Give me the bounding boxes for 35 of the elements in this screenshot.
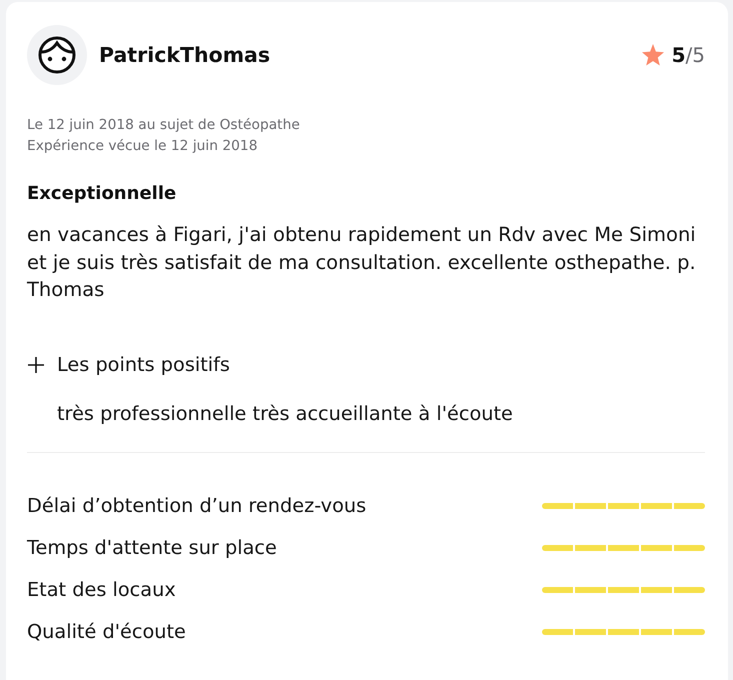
rating-segment: [542, 502, 573, 508]
criterion-label: Qualité d'écoute: [27, 620, 186, 643]
rating-segment: [674, 628, 705, 634]
rating-segment: [608, 544, 639, 550]
criterion-label: Etat des locaux: [27, 578, 176, 601]
review-date: Expérience vécue le 12 juin 2018: [27, 137, 258, 156]
criterion-label: Délai d’obtention d’un rendez-vous: [27, 494, 366, 517]
rating-segment: [674, 544, 705, 550]
review-date: Le 12 juin 2018 au sujet de Ostéopathe: [27, 116, 301, 135]
criterion-label: Temps d'attente sur place: [27, 536, 277, 559]
rating-segment: [575, 628, 606, 634]
review-text: en vacances à Figari, j'ai obtenu rapidement un Rdv avec Me Simoni et je suis très satisfait de ma consultation. excellente osthepathe. p. Thomas: [27, 222, 697, 303]
rating-segment: [641, 628, 672, 634]
review-title: Exceptionnelle: [27, 182, 178, 206]
rating-segment: [575, 502, 606, 508]
positives-text: très professionnelle très accueillante à l'écoute: [57, 400, 514, 426]
rating-segment: [575, 544, 606, 550]
rating-score: 5/5: [672, 43, 705, 67]
rating-segment: [608, 586, 639, 592]
rating-segment: [542, 586, 573, 592]
positives-heading: Les points positifs: [57, 353, 230, 376]
rating-segment: [641, 586, 672, 592]
rating-segment: [608, 502, 639, 508]
rating-segment: [542, 628, 573, 634]
rating-segment: [641, 544, 672, 550]
rating-segment: [575, 586, 606, 592]
author-name: PatrickThomas: [99, 43, 270, 67]
star-icon: [640, 43, 665, 67]
plus-icon: [27, 356, 45, 374]
rating-segment: [542, 544, 573, 550]
rating-segment: [674, 586, 705, 592]
rating-segment: [674, 502, 705, 508]
rating-segment: [608, 628, 639, 634]
rating-segment: [641, 502, 672, 508]
avatar-icon: [27, 25, 87, 85]
